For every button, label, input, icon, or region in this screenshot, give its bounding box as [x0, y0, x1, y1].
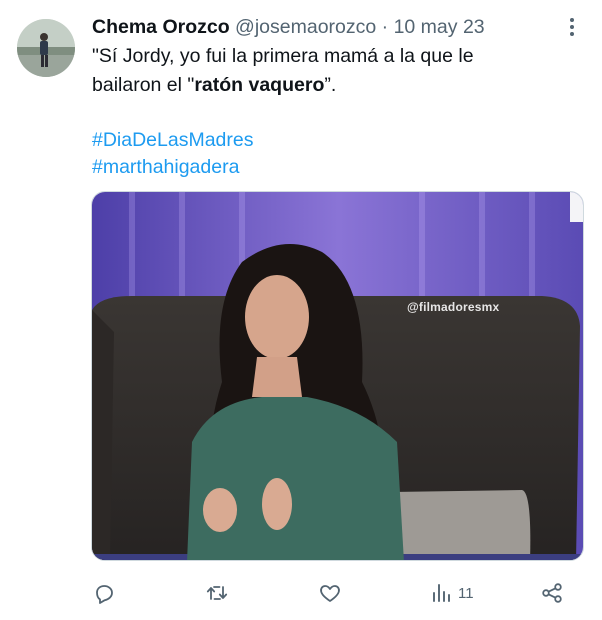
retweet-button[interactable] [205, 578, 229, 608]
hashtag-martha-higadera[interactable]: #marthahigadera [92, 154, 582, 181]
text-bold: ratón vaquero [194, 74, 325, 96]
author-handle[interactable]: @josemaorozco [235, 16, 376, 38]
tweet-header: Chema Orozco @josemaorozco · 10 may 23 [92, 14, 485, 40]
reply-button[interactable] [92, 578, 116, 608]
tweet-text-line-1: "Sí Jordy, yo fui la primera mamá a la q… [92, 45, 474, 67]
hashtag-dia-de-las-madres[interactable]: #DiaDeLasMadres [92, 127, 582, 154]
views-chart-icon [433, 584, 450, 602]
reply-icon [96, 585, 113, 604]
heart-icon [320, 585, 340, 602]
separator-dot: · [381, 16, 389, 38]
more-options-icon [570, 18, 574, 36]
text-prefix: bailaron el " [92, 74, 195, 96]
tweet-text: "Sí Jordy, yo fui la primera mamá a la q… [92, 42, 582, 181]
avatar[interactable] [17, 19, 75, 77]
media-image [92, 192, 583, 560]
like-button[interactable] [318, 578, 342, 608]
share-button[interactable] [540, 578, 564, 608]
tweet-date[interactable]: 10 may 23 [394, 16, 485, 38]
author-name[interactable]: Chema Orozco [92, 16, 230, 38]
media-watermark: @filmadoresmx [407, 300, 500, 314]
action-bar: 11 [90, 578, 580, 608]
retweet-icon [206, 586, 228, 600]
tweet-text-line-2: bailaron el "ratón vaquero”. [92, 71, 582, 100]
views-count: 11 [458, 584, 474, 602]
tweet: Chema Orozco @josemaorozco · 10 may 23 "… [0, 0, 602, 620]
views-button[interactable]: 11 [430, 578, 474, 608]
more-options-button[interactable] [560, 14, 584, 40]
share-icon [542, 583, 562, 603]
text-suffix: ”. [324, 74, 337, 96]
tweet-media[interactable]: @filmadoresmx [91, 191, 584, 561]
